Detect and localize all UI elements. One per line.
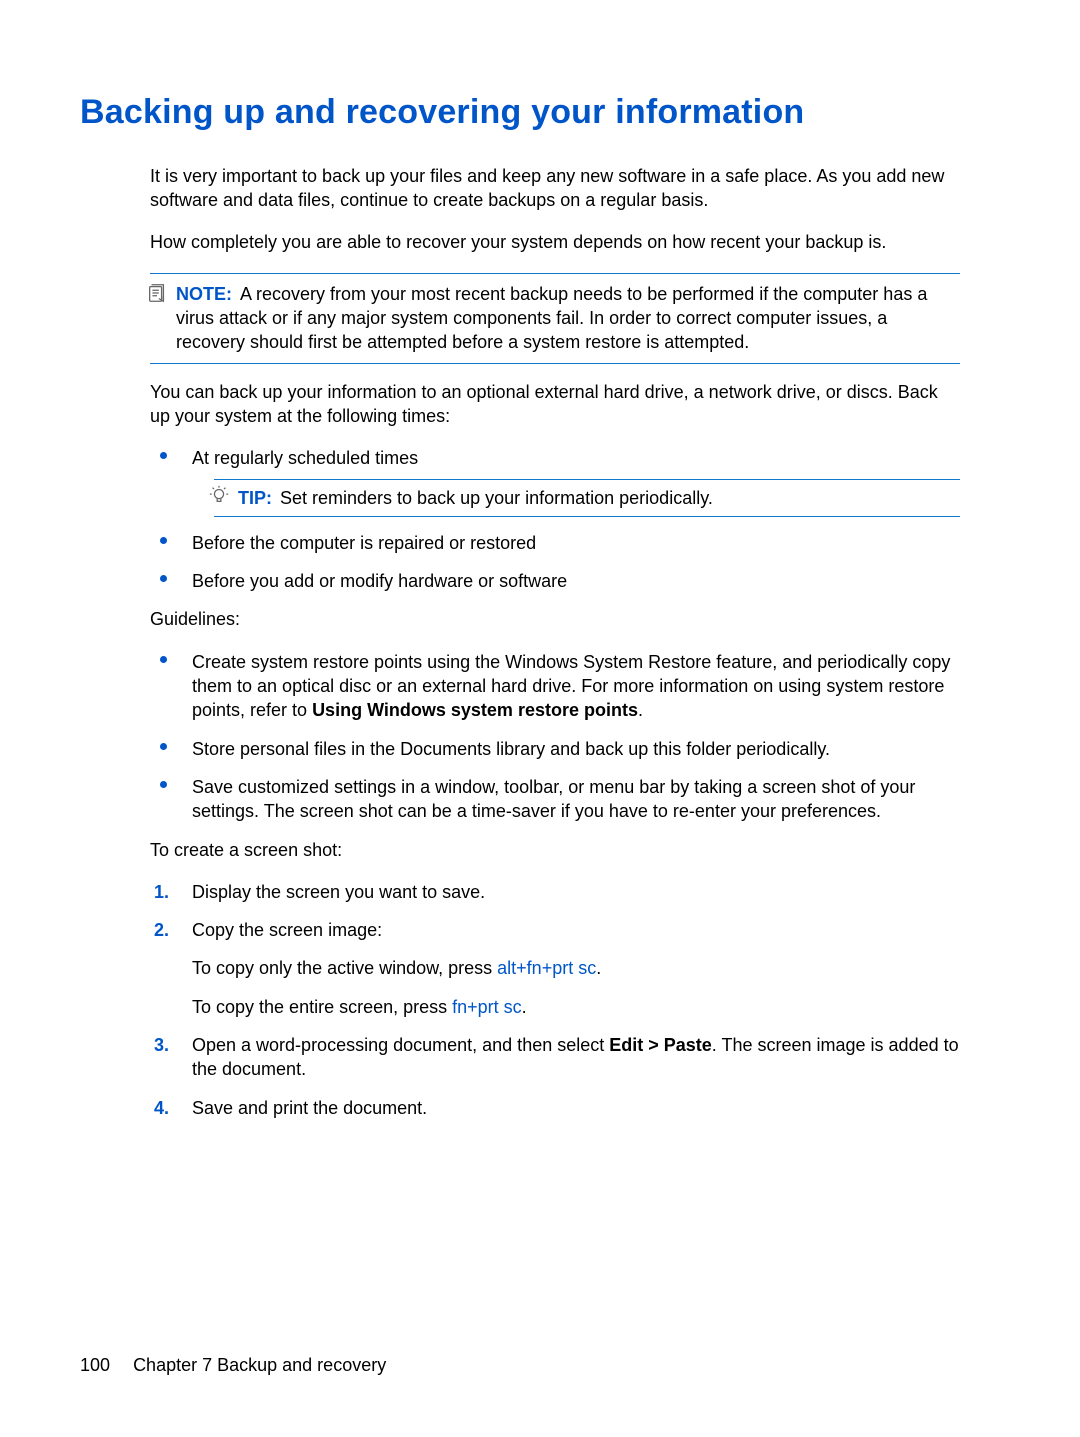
step-3-pre: Open a word-processing document, and the… xyxy=(192,1035,609,1055)
screenshot-heading: To create a screen shot: xyxy=(150,838,960,862)
guidelines-heading: Guidelines: xyxy=(150,607,960,631)
page-footer: 100 Chapter 7 Backup and recovery xyxy=(80,1353,386,1377)
tip-body: Set reminders to back up your informatio… xyxy=(280,488,713,508)
list-item: Create system restore points using the W… xyxy=(150,650,960,723)
guideline-1-bold: Using Windows system restore points xyxy=(312,700,638,720)
backup-targets-paragraph: You can back up your information to an o… xyxy=(150,380,960,429)
step-2b-pre: To copy the entire screen, press xyxy=(192,997,452,1017)
page-number: 100 xyxy=(80,1355,110,1375)
key-combo-entire-screen: fn+prt sc xyxy=(452,997,522,1017)
body-content: It is very important to back up your fil… xyxy=(150,164,960,1120)
page-title: Backing up and recovering your informati… xyxy=(80,90,980,136)
tip-label: TIP: xyxy=(238,488,272,508)
note-body: A recovery from your most recent backup … xyxy=(176,284,927,353)
intro-paragraph-1: It is very important to back up your fil… xyxy=(150,164,960,213)
note-label: NOTE: xyxy=(176,284,232,304)
intro-paragraph-2: How completely you are able to recover y… xyxy=(150,230,960,254)
list-item: Save customized settings in a window, to… xyxy=(150,775,960,824)
document-page: Backing up and recovering your informati… xyxy=(0,0,1080,1437)
step-2a-post: . xyxy=(596,958,601,978)
list-item-text: At regularly scheduled times xyxy=(192,448,418,468)
step-2a-pre: To copy only the active window, press xyxy=(192,958,497,978)
tip-callout: TIP: Set reminders to back up your inform… xyxy=(214,479,960,517)
step-2-text: Copy the screen image: xyxy=(192,920,382,940)
step-item: Save and print the document. xyxy=(150,1096,960,1120)
list-item: Store personal files in the Documents li… xyxy=(150,737,960,761)
backup-times-list: At regularly scheduled times TIP: Set rem… xyxy=(150,446,960,593)
step-item: Display the screen you want to save. xyxy=(150,880,960,904)
step-3-bold: Edit > Paste xyxy=(609,1035,712,1055)
list-item: At regularly scheduled times TIP: Set rem… xyxy=(150,446,960,517)
step-2b-post: . xyxy=(522,997,527,1017)
key-combo-active-window: alt+fn+prt sc xyxy=(497,958,596,978)
guidelines-list: Create system restore points using the W… xyxy=(150,650,960,824)
guideline-1-post: . xyxy=(638,700,643,720)
note-callout: NOTE:A recovery from your most recent ba… xyxy=(150,273,960,364)
list-item: Before the computer is repaired or resto… xyxy=(150,531,960,555)
screenshot-steps: Display the screen you want to save. Cop… xyxy=(150,880,960,1120)
step-item: Copy the screen image: To copy only the … xyxy=(150,918,960,1019)
step-item: Open a word-processing document, and the… xyxy=(150,1033,960,1082)
step-2b: To copy the entire screen, press fn+prt … xyxy=(192,995,960,1019)
tip-icon xyxy=(208,484,230,506)
chapter-label: Chapter 7 Backup and recovery xyxy=(133,1355,386,1375)
list-item: Before you add or modify hardware or sof… xyxy=(150,569,960,593)
step-2a: To copy only the active window, press al… xyxy=(192,956,960,980)
note-icon xyxy=(146,282,168,304)
